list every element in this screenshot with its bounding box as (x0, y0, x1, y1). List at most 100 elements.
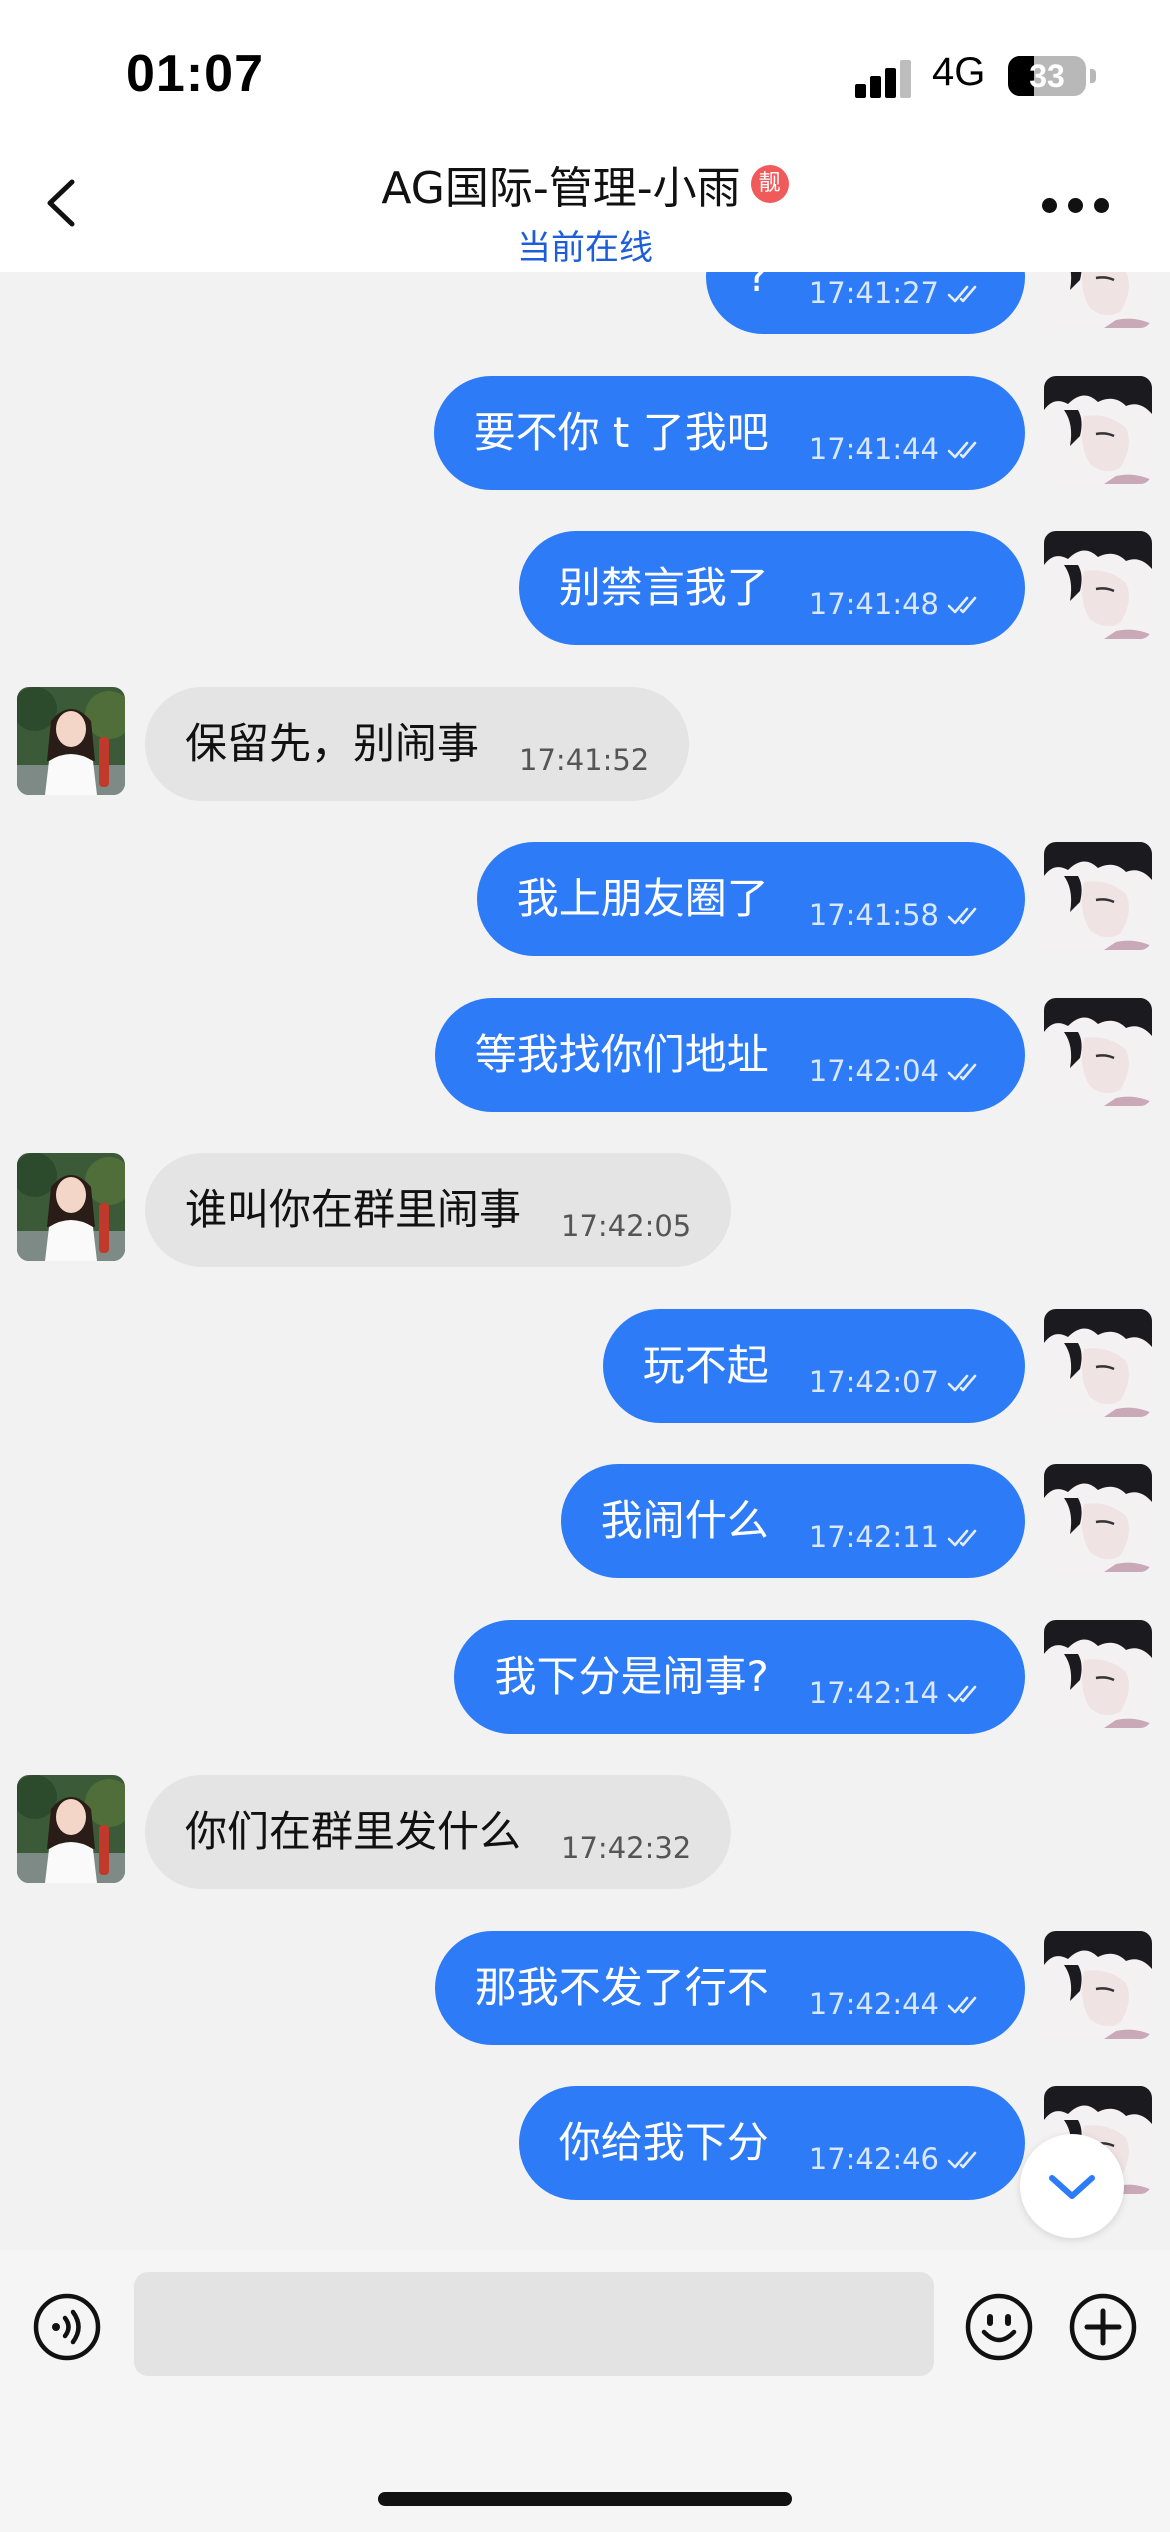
message-bubble[interactable]: ? 17:41:27 (706, 272, 1025, 334)
message-text: 我下分是闹事? (494, 1651, 769, 1701)
message-meta: 17:42:11 (809, 1464, 985, 1554)
message-bubble[interactable]: 我上朋友圈了 17:41:58 (476, 842, 1025, 956)
message-time: 17:42:07 (808, 1364, 939, 1399)
message-meta: 17:42:07 (809, 1309, 985, 1399)
message-time: 17:41:48 (808, 587, 939, 621)
my-avatar[interactable] (1044, 531, 1152, 639)
message-bubble[interactable]: 谁叫你在群里闹事 17:42:05 (145, 1153, 732, 1267)
my-avatar[interactable] (1044, 842, 1152, 950)
emoji-button[interactable] (964, 2292, 1034, 2362)
message-time: 17:42:05 (561, 1209, 692, 1243)
double-check-icon (947, 441, 977, 458)
message-time: 17:41:27 (808, 276, 939, 310)
network-type: 4G (932, 50, 986, 94)
message-meta: 17:42:04 (809, 998, 985, 1088)
double-check-icon (947, 1996, 977, 2013)
message-meta: 17:42:05 (561, 1153, 691, 1243)
status-bar: 01:07 4G 33 (0, 0, 1170, 140)
message-bubble[interactable]: 你给我下分 17:42:46 (518, 2086, 1025, 2200)
signal-icon (855, 58, 915, 98)
attach-button[interactable] (1068, 2292, 1138, 2362)
message-bubble[interactable]: 玩不起 17:42:07 (602, 1308, 1025, 1423)
message-text: 那我不发了行不 (474, 1962, 769, 2012)
double-check-icon (947, 1529, 977, 1547)
double-check-icon (947, 1685, 977, 1702)
double-check-icon (947, 1063, 977, 1080)
message-bubble[interactable]: 要不你 t 了我吧 17:41:44 (433, 375, 1025, 490)
double-check-icon (947, 1374, 977, 1391)
battery-percent: 33 (1029, 58, 1065, 94)
my-avatar[interactable] (1044, 997, 1152, 1106)
battery-icon: 33 (1008, 56, 1086, 96)
message-meta: 17:41:27 (809, 272, 985, 310)
message-bubble[interactable]: 你们在群里发什么 17:42:32 (145, 1775, 732, 1889)
scroll-to-bottom-button[interactable] (1020, 2134, 1124, 2238)
my-avatar[interactable] (1044, 272, 1152, 328)
battery-cap (1090, 69, 1096, 83)
outgoing-message-row: 我下分是闹事? 17:42:14 (0, 1619, 1170, 1734)
my-avatar[interactable] (1044, 1930, 1152, 2039)
chat-title: AG国际-管理-小雨 (381, 163, 741, 214)
outgoing-message-row: 别禁言我了 17:41:48 (0, 531, 1170, 645)
outgoing-message-row: 你给我下分 17:42:46 (0, 2086, 1170, 2200)
composer (0, 2250, 1170, 2532)
more-button[interactable] (1030, 180, 1120, 230)
message-text: 我闹什么 (600, 1496, 769, 1545)
message-time: 17:41:58 (808, 898, 939, 932)
message-bubble[interactable]: 保留先，别闹事 17:41:52 (145, 686, 690, 801)
message-time: 17:42:14 (808, 1675, 939, 1710)
message-text: 要不你 t 了我吧 (473, 407, 769, 457)
header-title-row[interactable]: AG国际-管理-小雨靓 (0, 152, 1170, 216)
double-check-icon (947, 907, 977, 925)
outgoing-message-row: 那我不发了行不 17:42:44 (0, 1930, 1170, 2045)
message-meta: 17:41:52 (519, 687, 649, 777)
message-meta: 17:41:44 (809, 376, 985, 466)
my-avatar[interactable] (1044, 1619, 1152, 1728)
message-text: 别禁言我了 (558, 563, 769, 612)
message-meta: 17:42:46 (809, 2086, 985, 2176)
message-meta: 17:42:44 (809, 1931, 985, 2021)
message-list[interactable]: ? 17:41:27 要不你 t 了我吧 17:41:44 别禁言我了 17:41:48 保… (0, 272, 1170, 2250)
message-input[interactable] (134, 2272, 934, 2376)
my-avatar[interactable] (1044, 375, 1152, 484)
message-bubble[interactable]: 我下分是闹事? 17:42:14 (454, 1619, 1025, 1734)
message-time: 17:42:32 (561, 1831, 692, 1865)
message-text: 玩不起 (642, 1340, 769, 1390)
status-time: 01:07 (126, 45, 264, 103)
message-bubble[interactable]: 别禁言我了 17:41:48 (518, 531, 1025, 645)
my-avatar[interactable] (1044, 1308, 1152, 1417)
message-meta: 17:41:48 (809, 531, 985, 621)
double-check-icon (947, 2151, 977, 2169)
outgoing-message-row: 我上朋友圈了 17:41:58 (0, 842, 1170, 956)
incoming-message-row: 谁叫你在群里闹事 17:42:05 (0, 1153, 1170, 1267)
incoming-message-row: 你们在群里发什么 17:42:32 (0, 1775, 1170, 1889)
message-time: 17:42:04 (808, 1053, 939, 1088)
message-meta: 17:41:58 (809, 842, 985, 932)
contact-avatar[interactable] (17, 1775, 125, 1883)
vip-badge: 靓 (750, 165, 789, 203)
message-bubble[interactable]: 等我找你们地址 17:42:04 (434, 997, 1025, 1112)
outgoing-message-row: 等我找你们地址 17:42:04 (0, 997, 1170, 1112)
message-text: 谁叫你在群里闹事 (185, 1185, 522, 1234)
message-meta: 17:42:14 (809, 1620, 985, 1710)
home-indicator (378, 2492, 792, 2506)
message-text: 你们在群里发什么 (185, 1807, 522, 1856)
message-meta: 17:42:32 (561, 1775, 691, 1865)
double-check-icon (947, 596, 977, 614)
outgoing-message-row: ? 17:41:27 (0, 272, 1170, 334)
contact-avatar[interactable] (17, 1153, 125, 1261)
message-bubble[interactable]: 那我不发了行不 17:42:44 (434, 1930, 1025, 2045)
voice-button[interactable] (32, 2292, 102, 2362)
message-text: 等我找你们地址 (474, 1029, 769, 1079)
chevron-down-icon (1049, 2175, 1095, 2199)
plus-circle-icon (1069, 2293, 1137, 2361)
message-bubble[interactable]: 我闹什么 17:42:11 (560, 1464, 1025, 1578)
incoming-message-row: 保留先，别闹事 17:41:52 (0, 686, 1170, 801)
message-time: 17:41:44 (808, 431, 939, 466)
contact-avatar[interactable] (17, 686, 125, 795)
message-text: 保留先，别闹事 (185, 718, 480, 768)
outgoing-message-row: 玩不起 17:42:07 (0, 1308, 1170, 1423)
voice-icon (33, 2293, 101, 2361)
my-avatar[interactable] (1044, 1464, 1152, 1572)
chat-header: AG国际-管理-小雨靓 当前在线 (0, 140, 1170, 272)
